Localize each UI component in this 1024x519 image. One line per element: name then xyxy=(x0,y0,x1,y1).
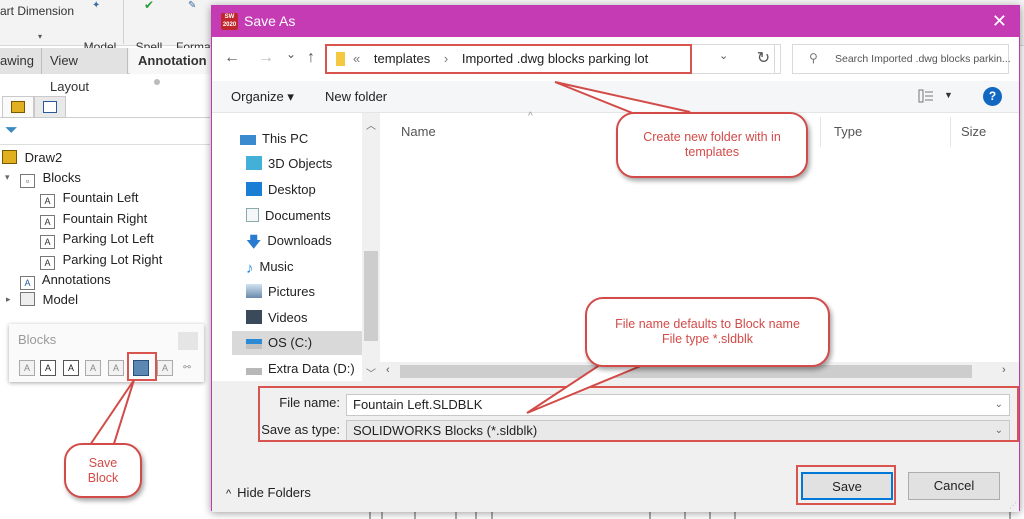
save-block-callout: Save Block xyxy=(64,443,142,498)
save-block-pointer xyxy=(86,379,135,452)
new-folder-callout: Create new folder with in templates xyxy=(616,112,808,178)
callout-pointers xyxy=(86,81,691,452)
file-name-callout: File name defaults to Block name File ty… xyxy=(585,297,830,367)
screen: art Dimension ▾ ✦ Model Items ✔ Spell Ch… xyxy=(0,0,1024,519)
